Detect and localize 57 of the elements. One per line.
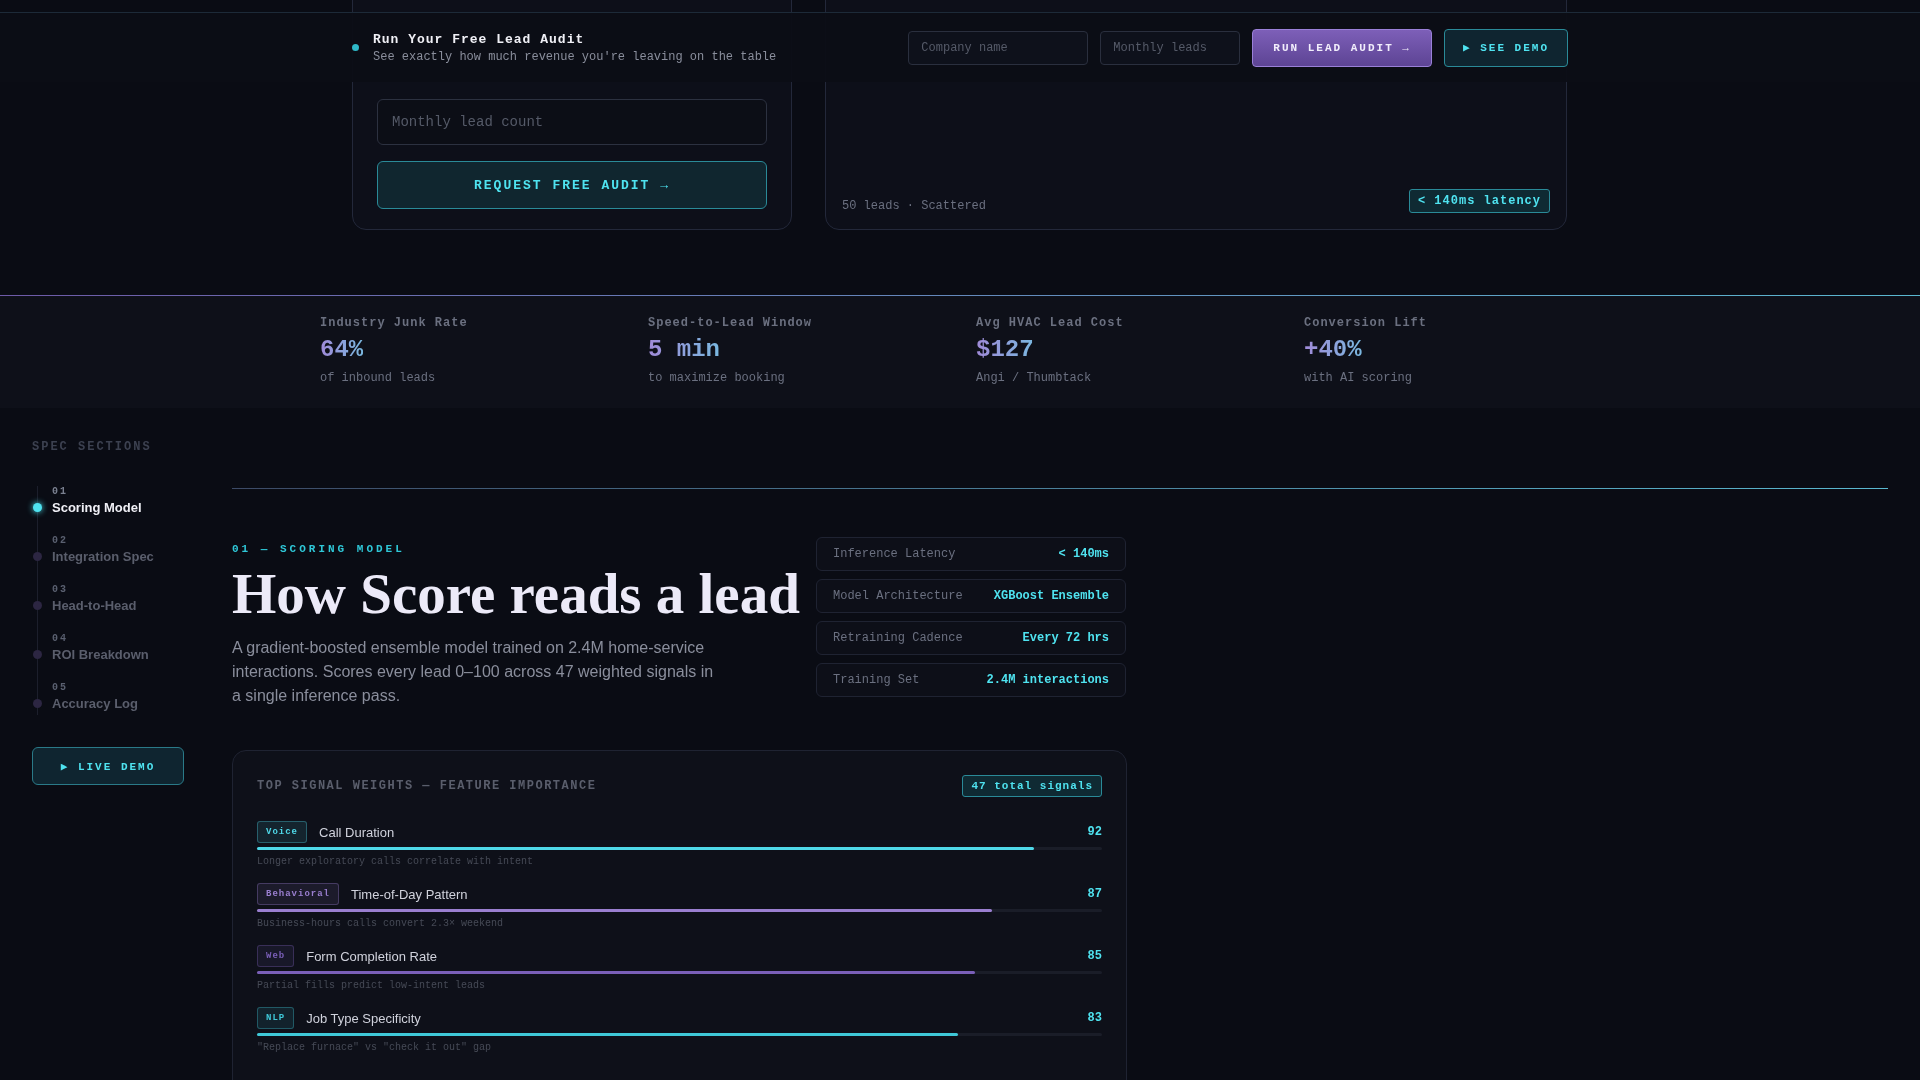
section-number: 03	[52, 584, 69, 595]
section-number: 05	[52, 682, 69, 693]
spec-value: < 140ms	[1058, 547, 1109, 561]
section-number: 04	[52, 633, 69, 644]
signal-tag: Voice	[257, 821, 307, 843]
section-label: 01 — SCORING MODEL	[232, 543, 406, 555]
stat-note: with AI scoring	[1304, 371, 1414, 385]
lead-count-field[interactable]: Monthly lead count	[377, 99, 767, 145]
signal-note: Partial fills predict low-intent leads	[257, 980, 487, 991]
spec-label: Training Set	[833, 673, 920, 687]
signal-count-badge: 47 total signals	[962, 775, 1102, 797]
stat-note: Angi / Thumbtack	[976, 371, 1093, 385]
sidebar-title: SPEC SECTIONS	[32, 440, 153, 454]
card-title: TOP SIGNAL WEIGHTS — FEATURE IMPORTANCE	[257, 779, 597, 793]
section-heading: How Score reads a lead	[232, 561, 800, 626]
signal-tag: Web	[257, 945, 295, 967]
request-audit-button[interactable]: REQUEST FREE AUDIT →	[377, 161, 767, 209]
stat-label: Speed-to-Lead Window	[648, 316, 814, 330]
section-number: 01	[52, 486, 69, 497]
bar-subtitle: See exactly how much revenue you're leaving on the table	[373, 49, 778, 64]
signal-name: Time-of-Day Pattern	[351, 886, 469, 902]
sidebar-item[interactable]: Accuracy Log	[52, 696, 232, 711]
sidebar-item[interactable]: Head-to-Head	[52, 598, 232, 613]
bar-title: Run Your Free Lead Audit	[373, 31, 586, 47]
spec-label: Inference Latency	[833, 547, 956, 561]
spec-label: Retraining Cadence	[833, 631, 963, 645]
run-audit-button[interactable]: RUN LEAD AUDIT →	[1252, 28, 1432, 67]
signal-tag: Behavioral	[257, 883, 339, 905]
signal-name: Call Duration	[319, 824, 396, 840]
status-dot-icon	[352, 44, 359, 51]
stat-label: Conversion Lift	[1304, 316, 1429, 330]
stat-label: Avg HVAC Lead Cost	[976, 316, 1125, 330]
stat-label: Industry Junk Rate	[320, 316, 469, 330]
spec-value: Every 72 hrs	[1022, 631, 1109, 645]
signal-score: 85	[1087, 949, 1102, 963]
signal-score: 87	[1087, 887, 1102, 901]
stat-note: of inbound leads	[320, 371, 437, 385]
section-description: A gradient-boosted ensemble model trained on 2.4M home-service interactions. Scores every lead 0–100 across 47 weighted signals in a single inference pass.	[232, 638, 715, 706]
stat-note: to maximize booking	[648, 371, 786, 385]
live-demo-button[interactable]: ▶ LIVE DEMO	[32, 747, 184, 785]
section-number: 02	[52, 535, 69, 546]
signal-name: Form Completion Rate	[306, 948, 438, 964]
sidebar-item[interactable]: Scoring Model	[52, 500, 232, 515]
signal-name: Job Type Specificity	[306, 1010, 422, 1026]
signal-score: 92	[1087, 825, 1102, 839]
input-field[interactable]: Company name	[908, 30, 1089, 65]
signal-score: 83	[1087, 1011, 1102, 1025]
spec-value: 2.4M interactions	[986, 673, 1109, 687]
spec-value: XGBoost Ensemble	[993, 589, 1109, 603]
signal-tag: NLP	[257, 1007, 295, 1029]
latency-badge: < 140ms latency	[1408, 189, 1550, 213]
preview-caption: 50 leads · Scattered	[842, 199, 987, 213]
see-demo-button[interactable]: ▶ SEE DEMO	[1443, 28, 1568, 67]
spec-label: Model Architecture	[833, 589, 963, 603]
input-field[interactable]: Monthly leads	[1100, 30, 1241, 65]
sidebar-item[interactable]: Integration Spec	[52, 549, 232, 564]
sidebar-item[interactable]: ROI Breakdown	[52, 647, 232, 662]
